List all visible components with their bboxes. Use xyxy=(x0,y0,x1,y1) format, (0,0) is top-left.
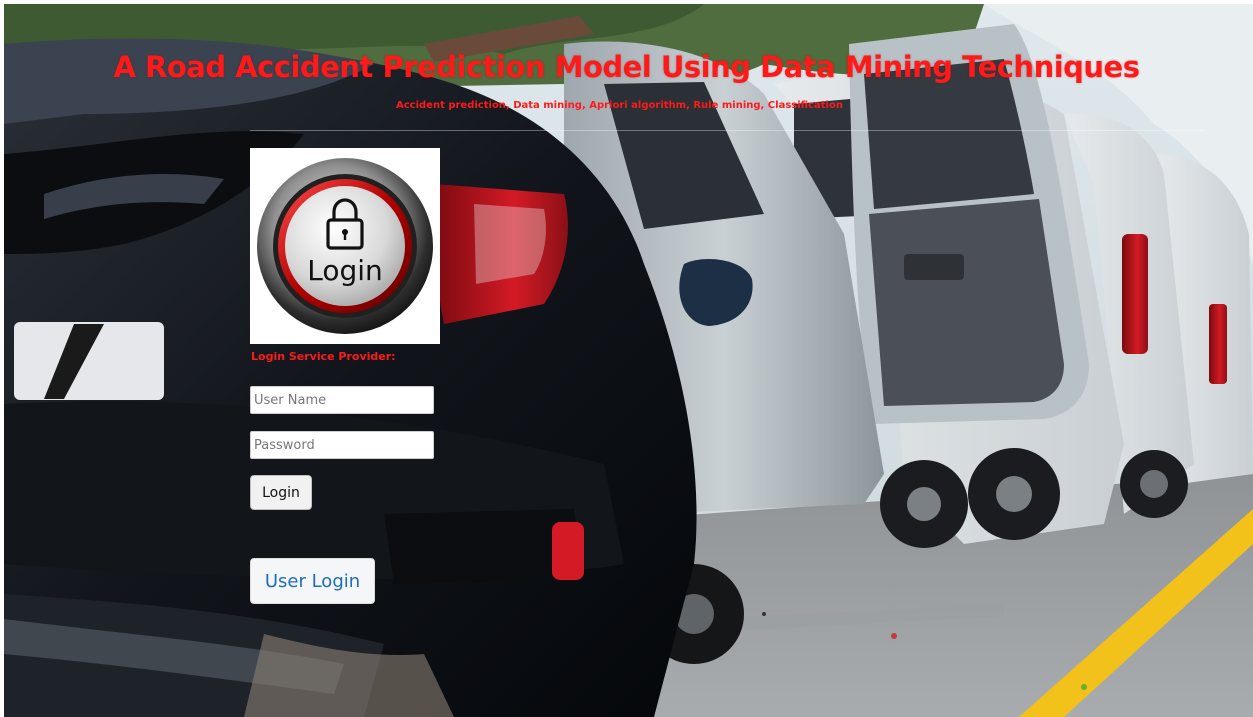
header-divider xyxy=(250,130,1205,131)
page: A Road Accident Prediction Model Using D… xyxy=(0,0,1253,717)
user-login-button[interactable]: User Login xyxy=(250,558,375,604)
password-input[interactable] xyxy=(250,431,434,459)
padlock-icon xyxy=(257,158,433,334)
login-button[interactable]: Login xyxy=(250,475,312,510)
login-logo-image: Login xyxy=(250,148,440,344)
login-service-provider-label: Login Service Provider: xyxy=(251,350,396,363)
page-title: A Road Accident Prediction Model Using D… xyxy=(113,50,1140,84)
username-input[interactable] xyxy=(250,386,434,414)
page-subtitle-keywords: Accident prediction, Data mining, Aprior… xyxy=(396,100,843,111)
login-logo-text: Login xyxy=(307,254,383,287)
